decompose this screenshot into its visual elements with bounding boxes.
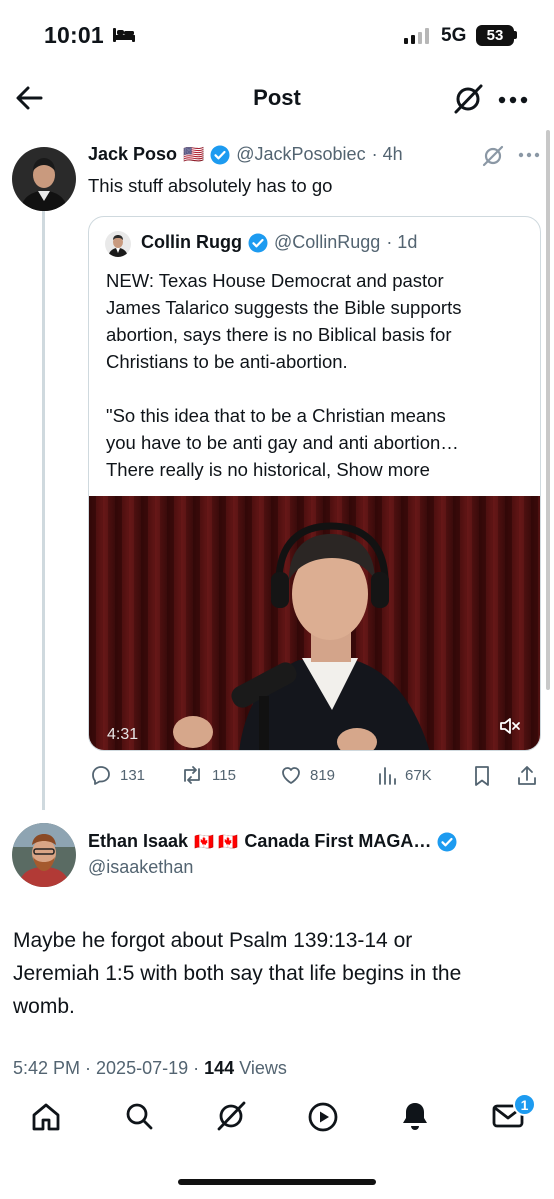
scrollbar[interactable] — [546, 130, 550, 690]
reply-line: womb. — [13, 995, 75, 1018]
us-flag: 🇺🇸 — [183, 144, 205, 164]
quote-line: abortion, says there is no Biblical basi… — [106, 324, 452, 345]
messages-badge: 1 — [513, 1093, 536, 1116]
reply-icon — [92, 766, 110, 785]
video-thumbnail — [89, 496, 540, 750]
grok-icon[interactable] — [214, 1099, 248, 1133]
home-indicator — [178, 1179, 376, 1185]
thread-line — [42, 210, 45, 810]
reply-text: Maybe he forgot about Psalm 139:13-14 or… — [13, 924, 543, 1023]
quote-line: Christians to be anti-abortion. — [106, 351, 348, 372]
quote-author-name: Collin Rugg — [141, 232, 242, 252]
reply-author-name[interactable]: Ethan Isaak — [88, 831, 188, 852]
reply-line: Jeremiah 1:5 with both say that life beg… — [13, 962, 462, 985]
home-icon[interactable] — [30, 1101, 62, 1133]
author-handle[interactable]: @JackPosobiec — [236, 144, 365, 165]
more-options-icon[interactable] — [518, 152, 540, 158]
analytics-icon — [379, 767, 396, 785]
views-count: 67K — [405, 766, 432, 784]
quote-line: NEW: Texas House Democrat and pastor — [106, 270, 444, 291]
battery-icon: 53 — [476, 25, 514, 46]
status-time: 10:01 — [44, 22, 104, 48]
verified-badge-icon — [248, 233, 268, 252]
reply-author-handle[interactable]: @isaakethan — [88, 857, 193, 878]
video-player[interactable]: 4:31 — [89, 496, 540, 750]
sleep-focus-icon — [113, 28, 135, 42]
quote-line: you have to be anti gay and anti abortio… — [106, 432, 459, 453]
verified-badge-icon — [210, 145, 230, 164]
notifications-bell-icon[interactable] — [400, 1100, 430, 1132]
verified-badge-icon — [437, 832, 457, 851]
grok-icon[interactable] — [481, 144, 505, 168]
quote-line: James Talarico suggests the Bible suppor… — [106, 297, 462, 318]
quoted-post[interactable]: Collin Rugg @CollinRugg · 1d NEW: Texas … — [88, 216, 541, 751]
network-type: 5G — [441, 25, 467, 46]
battery-tip — [514, 31, 517, 39]
views-label: Views — [239, 1058, 287, 1078]
quote-time: · 1d — [386, 232, 418, 252]
quote-author-handle: @CollinRugg — [273, 232, 381, 252]
quote-line: "So this idea that to be a Christian mea… — [106, 405, 446, 426]
quote-avatar — [105, 231, 131, 257]
author-name[interactable]: Jack Poso — [88, 144, 177, 165]
grok-icon[interactable] — [451, 82, 485, 116]
reply-count: 131 — [120, 766, 146, 784]
video-play-icon[interactable] — [307, 1101, 339, 1133]
canada-flags: 🇨🇦 🇨🇦 — [194, 833, 239, 851]
heart-icon — [282, 767, 300, 784]
post-meta: 5:42 PM · 2025-07-19 · 144 Views — [13, 1058, 287, 1079]
post-time: · 4h — [371, 144, 403, 164]
search-icon[interactable] — [124, 1101, 154, 1131]
quote-line: There really is no historical, — [106, 459, 332, 480]
views-number: 144 — [204, 1058, 235, 1078]
quote-text: NEW: Texas House Democrat and pastor Jam… — [106, 267, 536, 483]
reply-line: Maybe he forgot about Psalm 139:13-14 or — [13, 929, 413, 952]
cellular-signal-icon — [404, 28, 429, 44]
like-button[interactable]: 819 — [280, 764, 335, 786]
reply-author-name-suffix[interactable]: Canada First MAGA… — [244, 831, 431, 852]
post-timestamp: 5:42 PM · 2025-07-19 · — [13, 1058, 200, 1078]
repost-count: 115 — [212, 766, 236, 784]
show-more-link[interactable]: Show more — [336, 459, 430, 480]
reply-button[interactable]: 131 — [90, 764, 145, 786]
video-duration: 4:31 — [107, 726, 139, 743]
share-icon[interactable] — [515, 764, 539, 788]
avatar[interactable] — [12, 147, 76, 211]
views-button[interactable]: 67K — [377, 764, 432, 786]
muted-speaker-icon[interactable] — [498, 714, 522, 738]
reply-avatar[interactable] — [12, 823, 76, 887]
bookmark-icon[interactable] — [471, 764, 493, 788]
more-options-icon[interactable] — [498, 96, 528, 104]
repost-icon — [184, 766, 200, 784]
like-count: 819 — [310, 766, 336, 784]
repost-button[interactable]: 115 — [180, 764, 236, 786]
post-text: This stuff absolutely has to go — [88, 175, 333, 196]
